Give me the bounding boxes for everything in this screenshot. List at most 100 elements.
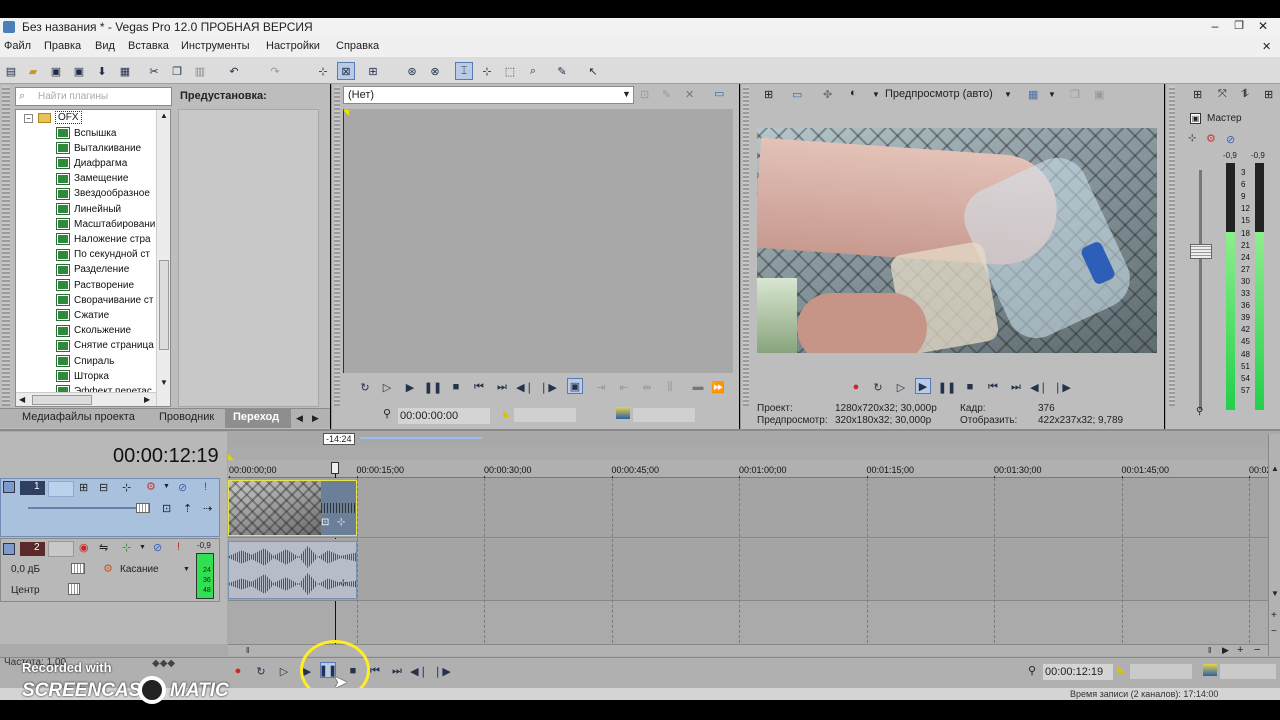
timeline-play-start-icon[interactable]: ▷ [276,663,292,679]
auto-ripple-icon[interactable]: ⊠ [337,62,355,80]
track1-child-icon[interactable]: ⇢ [203,502,212,515]
redo-icon[interactable]: ↷ [266,62,284,80]
video-clip-pan-crop-icon[interactable]: ⊡ [321,517,329,528]
new-file-icon[interactable]: ▤ [2,62,20,80]
trimmer-pin-icon[interactable]: ⊡ [640,88,649,101]
tab-scroll-left-icon[interactable]: ◀ [296,413,303,424]
normal-edit-tool-icon[interactable]: ⌶ [455,62,473,80]
preview-prev-frame-icon[interactable]: ◀❘ [1030,379,1048,395]
preview-quality-select[interactable]: Предпросмотр (авто) [885,88,993,100]
master-lock-icon[interactable]: ⚲ [1196,406,1203,417]
trimmer-stop-icon[interactable]: ■ [448,379,464,395]
timeline-prev-frame-icon[interactable]: ◀❘ [410,663,428,679]
track2-mode-chevron-icon[interactable]: ▼ [183,566,190,573]
open-folder-icon[interactable]: ▰ [24,62,42,80]
tab-scroll-right-icon[interactable]: ▶ [312,413,319,424]
plugin-item[interactable]: Разделение [56,263,129,277]
vscroll-zoom-in-icon[interactable]: + [1271,610,1277,621]
track2-record-arm-icon[interactable]: ◉ [79,541,89,554]
master-fx-icon[interactable]: ⊞ [1193,88,1202,101]
video-clip-fx-icon[interactable]: ⊹ [337,517,345,528]
trimmer-insert-icon[interactable]: ⇥ [593,379,609,395]
menu-help[interactable]: Справка [336,40,379,52]
tab-explorer[interactable]: Проводник [159,411,214,423]
track1-opacity-slider[interactable] [28,507,150,509]
rate-slider-knob[interactable]: ◆◆◆ [152,658,175,669]
menu-settings[interactable]: Настройки [266,40,320,52]
zoom-tool-icon[interactable]: ⌕ [524,62,542,80]
edit-tool-icon[interactable]: ✎ [553,62,571,80]
timeline-next-frame-icon[interactable]: ❘▶ [433,663,451,679]
tree-hscrollbar[interactable]: ◀ ▶ [16,392,156,406]
video-clip[interactable]: ⊡ ⊹ [228,480,357,536]
master-insert-icon[interactable]: ⊹ [1188,133,1196,144]
timeline-vscrollbar[interactable]: ▲ ▼ + − [1268,434,1280,656]
timeline-scroll-right-icon[interactable]: ▶ [1222,645,1229,656]
master-fader-knob[interactable] [1190,244,1212,259]
track2-automation-icon[interactable]: ⚙ [103,562,113,575]
plugin-search-box[interactable]: ⌕ Найти плагины [15,87,172,106]
plugin-item[interactable]: Шторка [56,369,109,383]
plugin-item[interactable]: Масштабировани [56,217,155,231]
close-button[interactable]: ✕ [1254,19,1272,35]
track1-opacity-knob[interactable] [136,503,150,513]
plugin-item[interactable]: Диафрагма [56,156,127,170]
plugin-item[interactable]: Скольжение [56,324,131,338]
overlays-grid-icon[interactable]: ▦ [1028,88,1038,101]
preview-go-start-icon[interactable]: ⏮ [985,379,1001,395]
track2-solo-icon[interactable]: ! [177,541,180,553]
plugin-item[interactable]: По секундной ст [56,248,150,262]
trimmer-next-icon[interactable]: ⏩ [710,379,726,395]
vscroll-up-arrow[interactable]: ▲ [1271,464,1279,473]
copy-icon[interactable]: ❐ [168,62,186,80]
timeline-loop-icon[interactable]: ↻ [253,663,269,679]
timeline-zoom-in-icon[interactable]: + [1237,644,1243,656]
plugin-item[interactable]: Линейный [56,202,121,216]
audio-clip-fx-icon[interactable]: ⊹ [339,578,347,589]
crossfade-icon[interactable]: ⊗ [426,62,444,80]
render-icon[interactable]: ⬇ [93,62,111,80]
preview-loop-icon[interactable]: ↻ [870,379,886,395]
envelope-tool-icon[interactable]: ⊹ [478,62,496,80]
track1-solo-icon[interactable]: ! [204,481,207,493]
plugin-item[interactable]: Звездообразное [56,187,150,201]
scroll-up-arrow[interactable]: ▲ [160,111,168,120]
preview-go-end-icon[interactable]: ⏭ [1008,379,1024,395]
selection-tool-icon[interactable]: ⬚ [501,62,519,80]
master-mute-icon[interactable]: ⊘ [1226,133,1235,146]
plugin-item[interactable]: Сжатие [56,308,109,322]
plugin-item[interactable]: Замещение [56,172,128,186]
trimmer-pause-icon[interactable]: ❚❚ [424,379,442,395]
preview-fx-icon[interactable]: ✤ [823,88,832,101]
track2-name-field[interactable] [48,541,74,557]
timeline-hscroll-right-grip[interactable]: ‖ [1208,646,1211,655]
save-snapshot-icon[interactable]: ▣ [1094,88,1104,101]
menu-edit[interactable]: Правка [44,40,81,52]
preview-play-start-icon[interactable]: ▷ [893,379,909,395]
timeline-hscrollbar[interactable]: ‖ ‖ ▶ + − [228,644,1268,656]
plugin-item[interactable]: Спираль [56,354,114,368]
track2-invert-phase-icon[interactable]: ⇋ [99,541,108,554]
track1-bypass-motion-icon[interactable]: ⊹ [122,481,131,494]
lock-envelopes-icon[interactable]: ⊛ [403,62,421,80]
track1-name-field[interactable] [48,481,74,497]
menu-file[interactable]: Файл [4,40,31,52]
tab-project-media[interactable]: Медиафайлы проекта [22,411,135,423]
vscroll-down-arrow[interactable]: ▼ [1271,589,1279,598]
external-monitor-icon[interactable]: ▭ [792,88,802,101]
plugin-item[interactable]: Выталкивание [56,141,141,155]
plugin-item[interactable]: Снятие страница [56,339,154,353]
scroll-thumb[interactable] [159,260,169,350]
overlays-chevron-icon[interactable]: ▼ [1048,90,1056,99]
loop-region-bar[interactable] [360,437,482,439]
audio-clip[interactable]: ⊹ [228,541,357,599]
preview-play-icon[interactable]: ▶ [915,378,931,394]
trimmer-play-start-icon[interactable]: ▷ [379,379,395,395]
hscroll-right-arrow[interactable]: ▶ [144,395,150,404]
track1-fx-chevron-icon[interactable]: ▼ [163,483,170,490]
tree-scrollbar[interactable]: ▲ ▼ [156,110,170,406]
plugin-item[interactable]: Вспышка [56,126,116,140]
undo-icon[interactable]: ↶ [225,62,243,80]
tree-root-ofx[interactable]: OFX [55,111,82,124]
trimmer-audio-icon[interactable]: ▬ [690,379,706,395]
